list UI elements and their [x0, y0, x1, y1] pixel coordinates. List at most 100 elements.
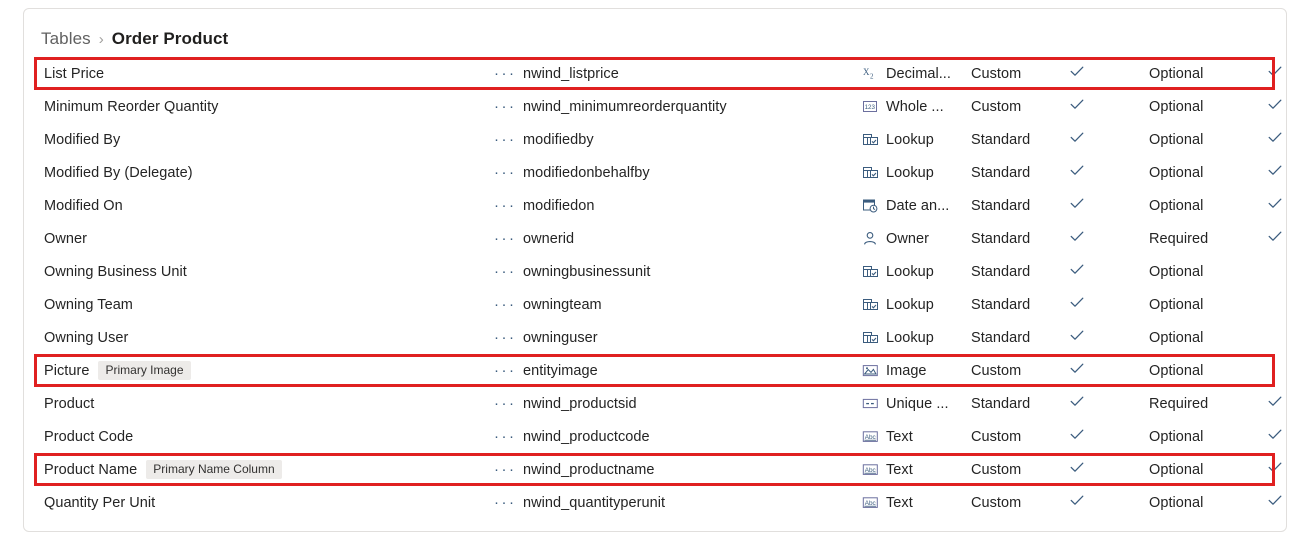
requirement-check-icon — [1267, 459, 1286, 480]
column-display-name-cell[interactable]: List Price — [44, 66, 474, 82]
ellipsis-icon: ··· — [494, 64, 517, 82]
customization-check-icon — [1069, 96, 1089, 117]
column-display-name-cell[interactable]: Minimum Reorder Quantity — [44, 99, 474, 115]
table-row[interactable]: Picture Primary Image ··· entityimage Image C… — [24, 354, 1286, 387]
column-data-type-cell: Owner — [862, 231, 967, 247]
table-row[interactable]: Minimum Reorder Quantity ··· nwind_minimum… — [24, 90, 1286, 123]
text-icon: Abc — [862, 495, 879, 510]
column-requirement-label: Optional — [1149, 329, 1204, 346]
table-row[interactable]: Quantity Per Unit ··· nwind_quantityperuni… — [24, 486, 1286, 519]
table-row[interactable]: Product Name Primary Name Column ··· nwind_… — [24, 453, 1286, 486]
column-data-type-label: Decimal... — [886, 65, 951, 82]
column-data-type-cell: X 2 Decimal... — [862, 66, 967, 82]
column-display-name-cell[interactable]: Modified By (Delegate) — [44, 165, 474, 181]
column-role-badge: Primary Image — [98, 361, 191, 380]
column-display-name-cell[interactable]: Owner — [44, 231, 474, 247]
column-requirement-label: Required — [1149, 395, 1209, 412]
column-data-type-label: Text — [886, 494, 913, 511]
column-logical-name-cell: modifiedonbehalfby — [523, 164, 853, 182]
column-customization-label: Standard — [971, 131, 1031, 148]
column-display-name-cell[interactable]: Owning Business Unit — [44, 264, 474, 280]
column-requirement-cell: Optional — [1149, 164, 1229, 182]
column-data-type-label: Lookup — [886, 263, 934, 280]
requirement-check-icon — [1267, 129, 1286, 150]
column-customization-label: Standard — [971, 296, 1031, 313]
customization-check-icon — [1069, 393, 1089, 414]
column-display-name: Picture — [44, 362, 90, 379]
breadcrumb-separator-icon: › — [98, 30, 104, 48]
breadcrumb-tables-link[interactable]: Tables — [41, 29, 91, 49]
requirement-check-icon — [1267, 426, 1286, 447]
column-display-name-cell[interactable]: Product Code — [44, 429, 474, 445]
column-data-type-label: Lookup — [886, 329, 934, 346]
ellipsis-icon: ··· — [494, 262, 517, 280]
customization-check-icon — [1069, 294, 1089, 315]
column-requirement-cell: Optional — [1149, 362, 1229, 380]
table-row[interactable]: Product Code ··· nwind_productcode Abc Text C… — [24, 420, 1286, 453]
ellipsis-icon: ··· — [494, 493, 517, 511]
column-data-type-label: Lookup — [886, 296, 934, 313]
column-logical-name-cell: nwind_listprice — [523, 65, 853, 83]
column-logical-name: nwind_listprice — [523, 65, 619, 82]
column-logical-name-cell: owningbusinessunit — [523, 263, 853, 281]
screen-root: Tables › Order Product List Price ··· nwin… — [0, 0, 1302, 543]
column-customization-label: Standard — [971, 263, 1031, 280]
column-logical-name-cell: owninguser — [523, 329, 853, 347]
column-requirement-label: Required — [1149, 230, 1209, 247]
decimal-number-icon: X2 — [862, 66, 879, 81]
ellipsis-icon: ··· — [494, 460, 517, 478]
column-data-type-label: Lookup — [886, 131, 934, 148]
ellipsis-icon: ··· — [494, 295, 517, 313]
ellipsis-icon: ··· — [494, 163, 517, 181]
column-data-type-cell: Image — [862, 363, 967, 379]
lookup-icon — [862, 165, 879, 180]
lookup-icon — [862, 132, 879, 147]
column-data-type-label: Image — [886, 362, 927, 379]
column-display-name-cell[interactable]: Product — [44, 396, 474, 412]
column-requirement-cell: Optional — [1149, 65, 1229, 83]
column-display-name-cell[interactable]: Modified By — [44, 132, 474, 148]
column-display-name-cell[interactable]: Modified On — [44, 198, 474, 214]
column-logical-name: modifiedonbehalfby — [523, 164, 650, 181]
column-display-name-cell[interactable]: Product Name Primary Name Column — [44, 460, 474, 479]
column-display-name-cell[interactable]: Owning Team — [44, 297, 474, 313]
column-role-badge: Primary Name Column — [146, 460, 282, 479]
table-row[interactable]: Owner ··· ownerid Owner Standard Required — [24, 222, 1286, 255]
column-logical-name: owningteam — [523, 296, 602, 313]
svg-text:2: 2 — [870, 73, 874, 81]
table-row[interactable]: Product ··· nwind_productsid Unique ... Stan… — [24, 387, 1286, 420]
text-icon: Abc — [862, 429, 879, 444]
column-requirement-cell: Optional — [1149, 296, 1229, 314]
column-display-name-cell[interactable]: Quantity Per Unit — [44, 495, 474, 511]
column-display-name: Owning Business Unit — [44, 263, 187, 280]
column-display-name-cell[interactable]: Owning User — [44, 330, 474, 346]
column-requirement-cell: Optional — [1149, 263, 1229, 281]
column-data-type-label: Owner — [886, 230, 929, 247]
column-data-type-cell: Abc Text — [862, 495, 967, 511]
customization-check-icon — [1069, 63, 1089, 84]
column-customization-label: Standard — [971, 395, 1031, 412]
column-customization-cell: Standard — [971, 296, 1051, 314]
table-row[interactable]: List Price ··· nwind_listprice X 2 Decimal...… — [24, 57, 1286, 90]
table-row[interactable]: Owning User ··· owninguser Lookup Standard Op… — [24, 321, 1286, 354]
columns-panel: Tables › Order Product List Price ··· nwin… — [23, 8, 1287, 532]
column-data-type-label: Text — [886, 428, 913, 445]
column-logical-name-cell: nwind_minimumreorderquantity — [523, 98, 853, 116]
svg-text:123: 123 — [865, 104, 876, 111]
table-row[interactable]: Modified On ··· modifiedon Date an... Standa… — [24, 189, 1286, 222]
column-data-type-cell: Lookup — [862, 330, 967, 346]
column-customization-cell: Standard — [971, 329, 1051, 347]
column-display-name: Owning Team — [44, 296, 133, 313]
column-requirement-label: Optional — [1149, 197, 1204, 214]
table-row[interactable]: Owning Team ··· owningteam Lookup Standard Op… — [24, 288, 1286, 321]
column-logical-name-cell: owningteam — [523, 296, 853, 314]
table-row[interactable]: Modified By ··· modifiedby Lookup Standard Op… — [24, 123, 1286, 156]
table-row[interactable]: Owning Business Unit ··· owningbusinessuni… — [24, 255, 1286, 288]
customization-check-icon — [1069, 162, 1089, 183]
column-requirement-label: Optional — [1149, 296, 1204, 313]
column-display-name-cell[interactable]: Picture Primary Image — [44, 361, 474, 380]
column-requirement-label: Optional — [1149, 362, 1204, 379]
customization-check-icon — [1069, 261, 1089, 282]
column-customization-cell: Custom — [971, 428, 1051, 446]
table-row[interactable]: Modified By (Delegate) ··· modifiedonbehal… — [24, 156, 1286, 189]
